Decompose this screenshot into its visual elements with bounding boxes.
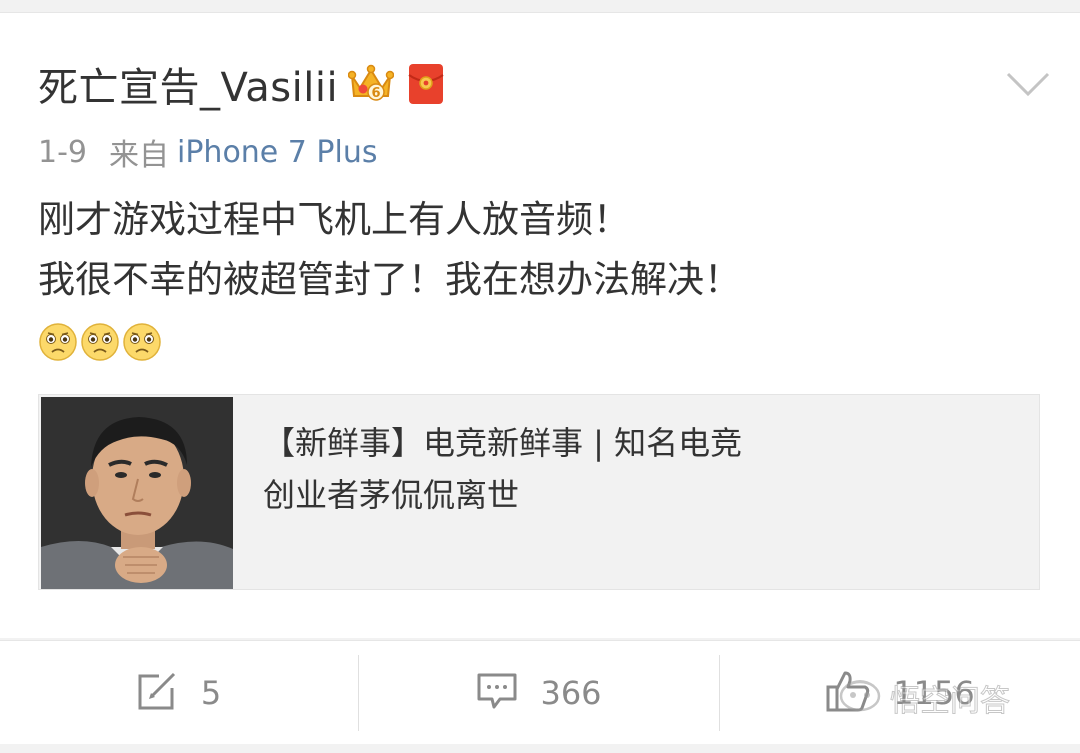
device-source-link[interactable]: iPhone 7 Plus [177,135,378,170]
crown-badge-icon[interactable]: 6 [347,62,395,106]
post-body: 刚才游戏过程中飞机上有人放音频！ 我很不幸的被超管封了！我在想办法解决！ [38,190,1038,310]
repost-count: 5 [200,674,222,712]
post-meta: 1-9 来自 iPhone 7 Plus [38,132,378,174]
repost-icon [137,671,179,715]
link-thumbnail-image [41,397,233,589]
watermark: 悟空问答 [838,676,1011,720]
watermark-text: 悟空问答 [890,684,1011,720]
comment-count: 366 [540,674,602,712]
top-background-strip [0,0,1080,12]
post-text-line: 刚才游戏过程中飞机上有人放音频！ [38,198,630,241]
post-date: 1-9 [38,134,87,170]
comment-icon [476,671,518,715]
red-packet-icon[interactable] [408,63,444,105]
crown-level-label: 6 [372,86,381,101]
shared-link-card[interactable]: 【新鲜事】电竞新鲜事 | 知名电竞 创业者茅侃侃离世 [38,394,1040,590]
bottom-background-strip [0,744,1080,753]
link-title: 【新鲜事】电竞新鲜事 | 知名电竞 创业者茅侃侃离世 [263,417,1023,521]
sad-face-icon [122,322,162,362]
sad-face-icon [80,322,120,362]
chevron-down-icon[interactable] [1004,66,1052,102]
source-label: 来自 [109,138,169,173]
link-title-line: 创业者茅侃侃离世 [263,476,520,514]
comment-button[interactable]: 366 [359,641,719,745]
wukong-logo-icon [838,678,882,718]
emoji-row [38,322,162,364]
repost-button[interactable]: 5 [0,641,358,745]
link-title-line: 【新鲜事】电竞新鲜事 | 知名电竞 [263,424,743,462]
post-header: 死亡宣告_Vasilii 6 [38,52,444,116]
post-text-line: 我很不幸的被超管封了！我在想办法解决！ [38,258,741,301]
sad-face-icon [38,322,78,362]
username-link[interactable]: 死亡宣告_Vasilii [38,55,338,113]
